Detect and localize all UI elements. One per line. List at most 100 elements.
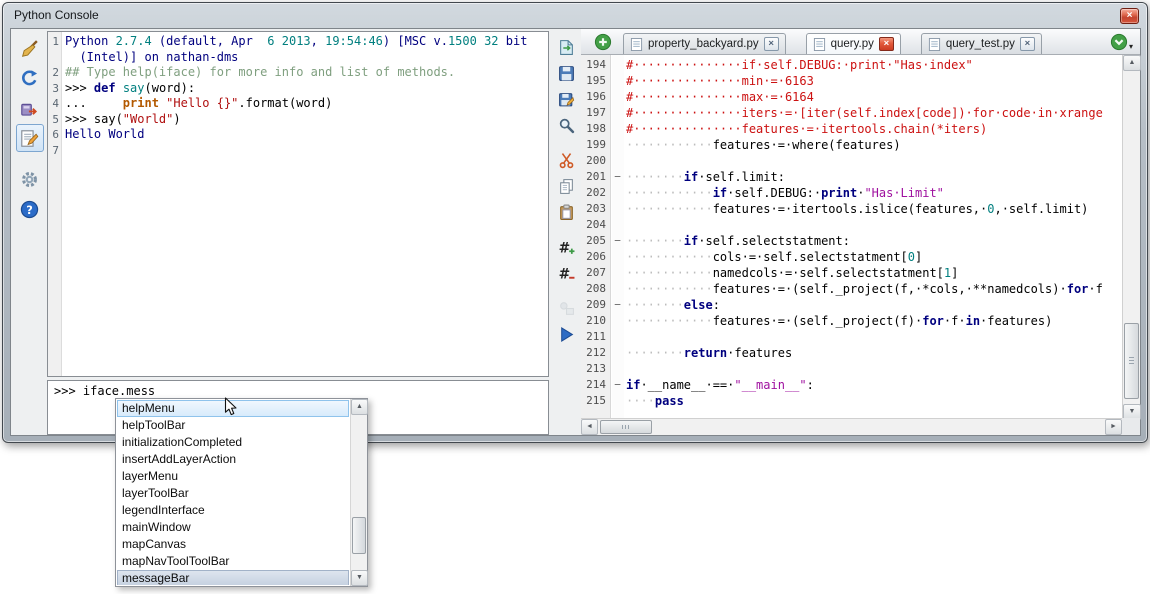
tab-list-button[interactable]: ▾ (1110, 33, 1133, 51)
import-class-button[interactable] (16, 64, 44, 92)
code-editor[interactable]: 194#···············if·self.DEBUG:·print·… (581, 55, 1124, 420)
scroll-up-button[interactable]: ▲ (1123, 55, 1141, 71)
line-text: ············features·=·itertools.islice(… (624, 201, 1088, 217)
scroll-up-button[interactable]: ▲ (351, 399, 368, 415)
line-number: 1 (48, 34, 62, 50)
svg-text:?: ? (26, 203, 33, 216)
autocomplete-scrollbar-thumb[interactable] (352, 517, 366, 554)
fold-marker[interactable]: − (611, 377, 624, 393)
new-tab-button[interactable] (594, 33, 612, 51)
autocomplete-item[interactable]: layerToolBar (117, 485, 349, 502)
editor-line: 215····pass (581, 393, 1124, 409)
code-token: 19:54:46 (325, 34, 383, 48)
tab-query_test-py[interactable]: query_test.py× (921, 33, 1042, 54)
code-token: #···············min·=·6163 (626, 74, 814, 88)
line-number: 213 (581, 361, 611, 377)
scroll-right-button[interactable]: ► (1105, 419, 1122, 435)
line-number: 206 (581, 249, 611, 265)
code-token: : (807, 378, 814, 392)
cut-button[interactable] (554, 147, 580, 173)
fold-marker[interactable]: − (611, 233, 624, 249)
horizontal-scrollbar-thumb[interactable] (600, 420, 652, 434)
down-arrow-icon: ▼ (356, 574, 363, 581)
autocomplete-item[interactable]: helpToolBar (117, 417, 349, 434)
uncomment-button[interactable]: # (554, 260, 580, 286)
autocomplete-item[interactable]: mapNavToolToolBar (117, 553, 349, 570)
fold-marker[interactable]: − (611, 297, 624, 313)
save-script-button[interactable] (554, 60, 580, 86)
help-button[interactable]: ? (16, 195, 44, 223)
save-as-button[interactable] (554, 86, 580, 112)
show-editor-button[interactable] (16, 124, 44, 152)
editor-line: 202············if·self.DEBUG:·print·"Has… (581, 185, 1124, 201)
autocomplete-item[interactable]: layerMenu (117, 468, 349, 485)
editor-vertical-scrollbar[interactable]: ▲ ▼ (1122, 55, 1140, 420)
autocomplete-item[interactable]: messageBar (117, 570, 349, 585)
code-token: features·=·(self._project(f)· (713, 314, 923, 328)
tab-close-button[interactable]: × (764, 37, 779, 51)
editor-line: 208············features·=·(self._project… (581, 281, 1124, 297)
code-token: for (922, 314, 944, 328)
line-number: 207 (581, 265, 611, 281)
object-inspector-icon (558, 300, 575, 317)
code-token: ## Type help(iface) for more info and li… (65, 65, 455, 79)
paste-button[interactable] (554, 199, 580, 225)
line-text (624, 153, 626, 169)
find-text-button[interactable] (554, 112, 580, 138)
code-token: #···············features·=·itertools.cha… (626, 122, 987, 136)
fold-marker[interactable]: − (611, 169, 624, 185)
autocomplete-item[interactable]: insertAddLayerAction (117, 451, 349, 468)
run-script-button[interactable] (554, 321, 580, 347)
tab-close-button[interactable]: × (1020, 37, 1035, 51)
line-text: ············features·=·(self._project(f)… (624, 313, 1052, 329)
svg-text:#: # (559, 240, 571, 256)
clear-console-button[interactable] (16, 34, 44, 62)
copy-button[interactable] (554, 173, 580, 199)
code-token: if (684, 170, 698, 184)
window-title: Python Console (14, 8, 99, 22)
autocomplete-item[interactable]: legendInterface (117, 502, 349, 519)
vertical-scrollbar-thumb[interactable] (1124, 323, 1139, 399)
close-button[interactable]: × (1120, 8, 1139, 24)
fold-marker (611, 313, 624, 329)
editor-line: 194#···············if·self.DEBUG:·print·… (581, 57, 1124, 73)
autocomplete-scrollbar[interactable]: ▲ ▼ (350, 399, 367, 586)
tab-property_backyard-py[interactable]: property_backyard.py× (623, 33, 786, 54)
editor-horizontal-scrollbar[interactable]: ◄ ► (581, 418, 1122, 435)
code-token: ········ (626, 170, 684, 184)
fold-marker (611, 73, 624, 89)
line-number: 215 (581, 393, 611, 409)
line-text: ········if·self.limit: (624, 169, 785, 185)
scroll-left-button[interactable]: ◄ (581, 419, 598, 435)
console-line: 4... print "Hello {}".format(word) (48, 96, 548, 112)
fold-marker (611, 57, 624, 73)
autocomplete-item[interactable]: mainWindow (117, 519, 349, 536)
titlebar[interactable]: Python Console × (3, 3, 1147, 27)
code-token: >>> say( (65, 112, 123, 126)
autocomplete-item[interactable]: mapCanvas (117, 536, 349, 553)
run-command-button[interactable] (16, 94, 44, 122)
fold-marker (611, 393, 624, 409)
autocomplete-item[interactable]: initializationCompleted (117, 434, 349, 451)
code-token: ············ (626, 250, 713, 264)
tab-close-button[interactable]: × (879, 37, 894, 51)
left-arrow-icon: ◄ (586, 423, 593, 430)
console-line: 7 (48, 143, 548, 159)
editor-line: 203············features·=·itertools.isli… (581, 201, 1124, 217)
editor-line: 199············features·=·where(features… (581, 137, 1124, 153)
code-token: : (713, 298, 720, 312)
line-text (624, 329, 626, 345)
console-line: 2## Type help(iface) for more info and l… (48, 65, 548, 81)
scroll-down-button[interactable]: ▼ (351, 570, 368, 586)
code-token: ·self.DEBUG:· (727, 186, 821, 200)
editor-lines: 194#···············if·self.DEBUG:·print·… (581, 57, 1124, 409)
code-token: ········ (626, 346, 684, 360)
line-text (62, 143, 65, 159)
options-button[interactable] (16, 165, 44, 193)
console-output[interactable]: 1Python 2.7.4 (default, Apr 6 2013, 19:5… (47, 31, 549, 377)
comment-button[interactable]: # (554, 234, 580, 260)
code-token: (default, Apr (152, 34, 268, 48)
editor-line: 204 (581, 217, 1124, 233)
open-script-button[interactable] (554, 34, 580, 60)
tab-query-py[interactable]: query.py× (806, 33, 901, 54)
